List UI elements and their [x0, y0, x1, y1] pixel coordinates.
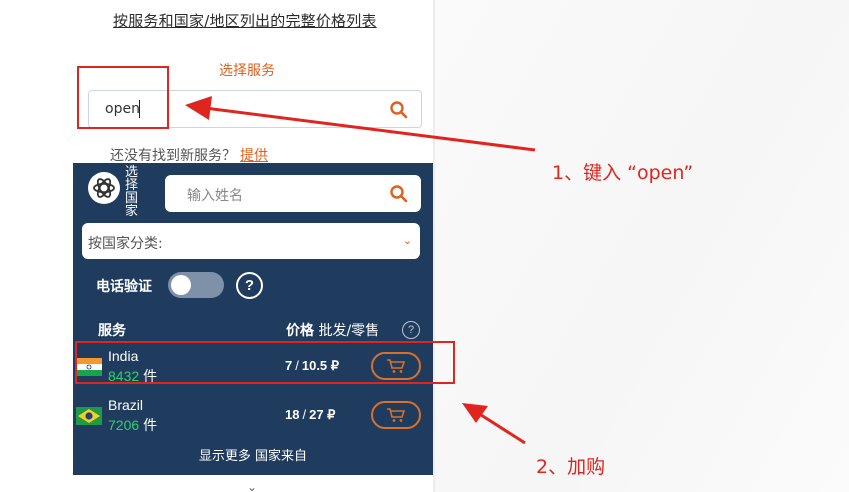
annotation-step2: 2、加购: [536, 456, 606, 478]
annotation-arrows: [185, 96, 536, 445]
annotation-step1: 1、键入 “open”: [552, 162, 694, 184]
